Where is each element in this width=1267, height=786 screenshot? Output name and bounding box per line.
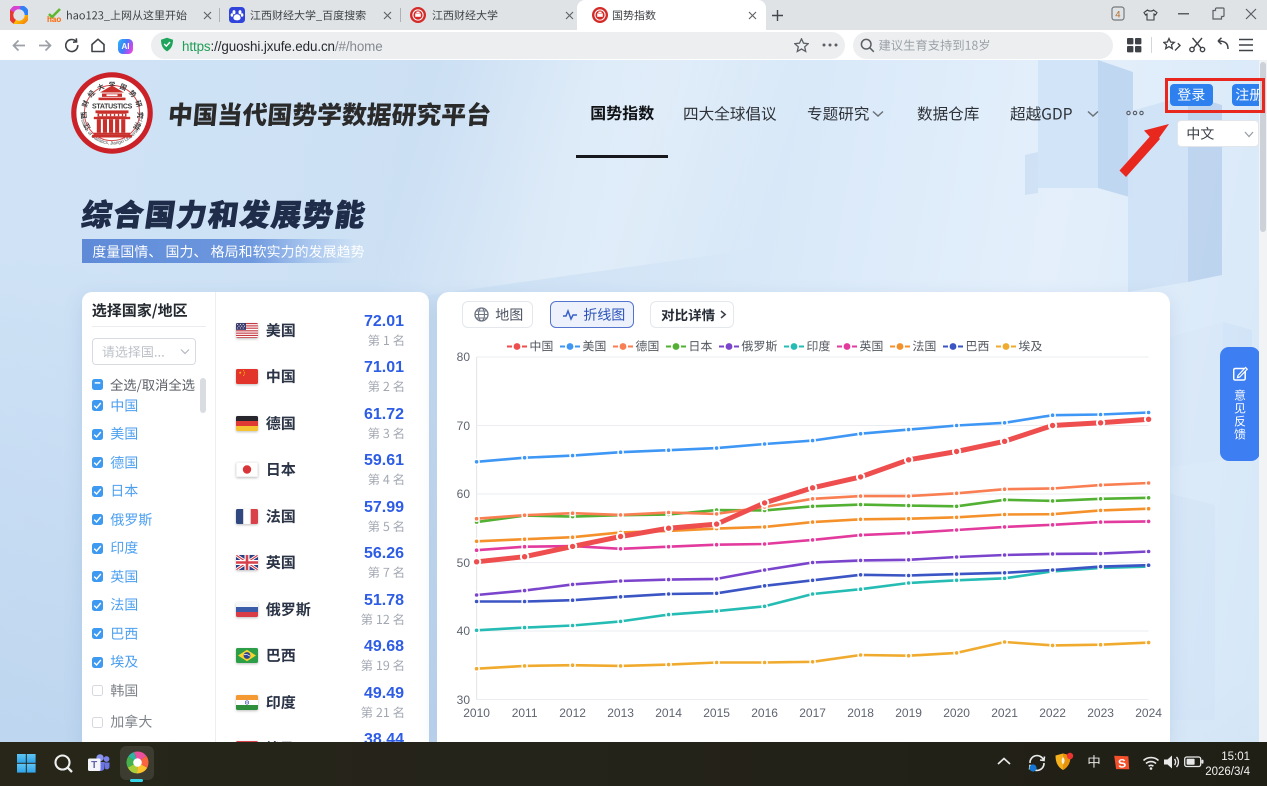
- svg-text:S: S: [1117, 756, 1126, 771]
- svg-text:4: 4: [1115, 10, 1120, 21]
- svg-text:STATUSTICS: STATUSTICS: [92, 104, 133, 111]
- svg-text:T: T: [91, 760, 97, 771]
